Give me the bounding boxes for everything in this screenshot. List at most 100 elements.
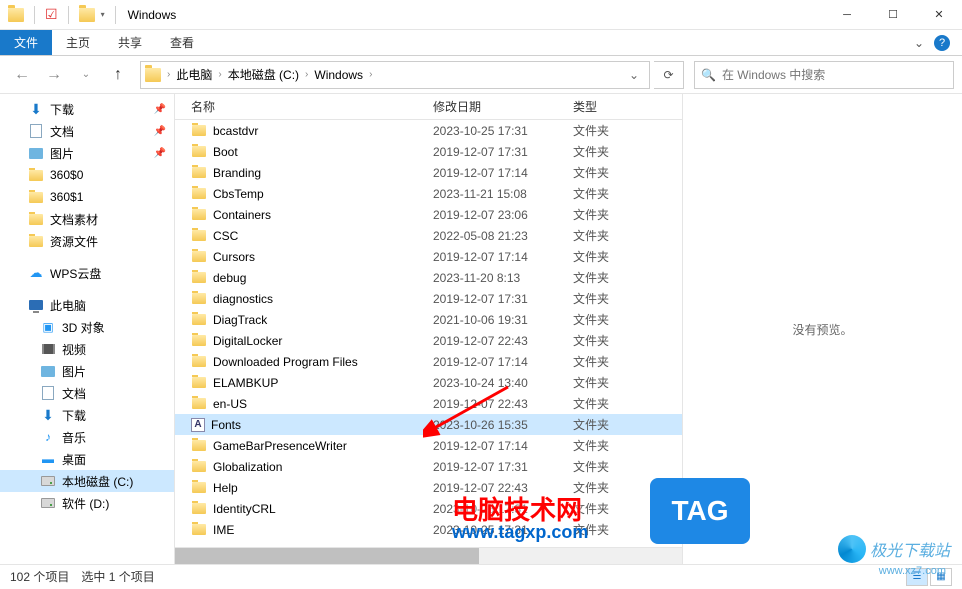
file-row[interactable]: diagnostics2019-12-07 17:31文件夹: [175, 288, 682, 309]
crumb-drive[interactable]: 本地磁盘 (C:): [224, 66, 303, 83]
nav-label: WPS云盘: [50, 265, 101, 282]
address-bar[interactable]: › 此电脑 › 本地磁盘 (C:) › Windows › ⌄: [140, 61, 650, 89]
nav-wps-cloud[interactable]: ☁ WPS云盘: [0, 262, 174, 284]
help-icon[interactable]: ?: [934, 35, 950, 51]
nav-pc-item[interactable]: ▬桌面: [0, 448, 174, 470]
address-dropdown-icon[interactable]: ⌄: [623, 68, 645, 82]
folder-icon: [191, 438, 207, 454]
navigation-pane[interactable]: ⬇下载📌文档📌图片📌360$0360$1文档素材资源文件 ☁ WPS云盘 此电脑…: [0, 94, 175, 564]
nav-quick-item[interactable]: 360$1: [0, 186, 174, 208]
nav-label: 360$1: [50, 190, 83, 204]
ribbon-tab-share[interactable]: 共享: [104, 30, 156, 55]
forward-button[interactable]: →: [40, 61, 68, 89]
window-title: Windows: [128, 8, 177, 22]
nav-quick-item[interactable]: 资源文件: [0, 230, 174, 252]
icons-view-button[interactable]: ▦: [930, 568, 952, 586]
nav-pc-item[interactable]: ♪音乐: [0, 426, 174, 448]
nav-pc-item[interactable]: 图片: [0, 360, 174, 382]
file-row[interactable]: IME2023-10-25 17:31文件夹: [175, 519, 682, 540]
nav-pc-item[interactable]: 视频: [0, 338, 174, 360]
file-row[interactable]: DigitalLocker2019-12-07 22:43文件夹: [175, 330, 682, 351]
qa-separator: [115, 6, 116, 24]
file-type: 文件夹: [573, 227, 653, 244]
pin-icon: 📌: [154, 148, 166, 159]
back-button[interactable]: ←: [8, 61, 36, 89]
crumb-sep-icon[interactable]: ›: [165, 69, 172, 80]
qa-customize-icon[interactable]: ▾: [101, 10, 105, 19]
crumb-windows[interactable]: Windows: [310, 68, 367, 82]
nav-quick-item[interactable]: 360$0: [0, 164, 174, 186]
ribbon-tab-view[interactable]: 查看: [156, 30, 208, 55]
file-type: 文件夹: [573, 122, 653, 139]
col-header-type[interactable]: 类型: [573, 98, 653, 115]
nav-quick-item[interactable]: ⬇下载📌: [0, 98, 174, 120]
nav-pc-item[interactable]: 文档: [0, 382, 174, 404]
details-view-button[interactable]: ☰: [906, 568, 928, 586]
nav-quick-item[interactable]: 文档素材: [0, 208, 174, 230]
file-row[interactable]: Branding2019-12-07 17:14文件夹: [175, 162, 682, 183]
col-header-date[interactable]: 修改日期: [433, 98, 573, 115]
col-header-name[interactable]: 名称: [175, 98, 433, 115]
nav-label: 音乐: [62, 429, 86, 446]
crumb-pc[interactable]: 此电脑: [172, 66, 216, 83]
file-row[interactable]: Cursors2019-12-07 17:14文件夹: [175, 246, 682, 267]
file-type: 文件夹: [573, 479, 653, 496]
maximize-button[interactable]: ☐: [870, 0, 916, 30]
nav-quick-item[interactable]: 图片 📌: [0, 142, 174, 164]
file-row[interactable]: Globalization2019-12-07 17:31文件夹: [175, 456, 682, 477]
pin-icon: 📌: [154, 104, 166, 115]
file-row[interactable]: debug2023-11-20 8:13文件夹: [175, 267, 682, 288]
nav-label: 文档: [62, 385, 86, 402]
refresh-button[interactable]: ⟳: [654, 61, 684, 89]
content-area: ⬇下载📌文档📌图片📌360$0360$1文档素材资源文件 ☁ WPS云盘 此电脑…: [0, 94, 962, 564]
file-type: 文件夹: [573, 458, 653, 475]
file-row[interactable]: DiagTrack2021-10-06 19:31文件夹: [175, 309, 682, 330]
nav-pc-item[interactable]: 软件 (D:): [0, 492, 174, 514]
file-row[interactable]: AFonts2023-10-26 15:35文件夹: [175, 414, 682, 435]
expand-ribbon-icon[interactable]: ⌄: [914, 36, 924, 50]
file-date: 2023-11-21 15:08: [433, 187, 573, 201]
file-row[interactable]: en-US2019-12-07 22:43文件夹: [175, 393, 682, 414]
nav-this-pc[interactable]: 此电脑: [0, 294, 174, 316]
status-selection: 选中 1 个项目: [81, 568, 154, 585]
crumb-sep-icon[interactable]: ›: [216, 69, 223, 80]
nav-quick-item[interactable]: 文档📌: [0, 120, 174, 142]
file-row[interactable]: Boot2019-12-07 17:31文件夹: [175, 141, 682, 162]
recent-dropdown-icon[interactable]: ⌄: [72, 61, 100, 89]
file-type: 文件夹: [573, 185, 653, 202]
close-button[interactable]: ✕: [916, 0, 962, 30]
file-date: 2023-10-25 17:31: [433, 523, 573, 537]
quick-access-toolbar: ☑ ▾: [0, 6, 120, 24]
qa-newfolder-icon[interactable]: [79, 8, 95, 22]
nav-label: 图片: [50, 145, 74, 162]
file-row[interactable]: Help2019-12-07 22:43文件夹: [175, 477, 682, 498]
file-row[interactable]: GameBarPresenceWriter2019-12-07 17:14文件夹: [175, 435, 682, 456]
minimize-button[interactable]: ─: [824, 0, 870, 30]
nav-pc-item[interactable]: 本地磁盘 (C:): [0, 470, 174, 492]
file-type: 文件夹: [573, 311, 653, 328]
horizontal-scrollbar[interactable]: [175, 547, 682, 564]
qa-properties-icon[interactable]: ☑: [45, 6, 58, 23]
file-row[interactable]: Downloaded Program Files2019-12-07 17:14…: [175, 351, 682, 372]
search-input[interactable]: [722, 68, 947, 82]
ribbon-tab-file[interactable]: 文件: [0, 30, 52, 55]
file-date: 2019-12-07 17:31: [433, 460, 573, 474]
file-row[interactable]: IdentityCRL2023-10-25 17:31文件夹: [175, 498, 682, 519]
search-box[interactable]: 🔍: [694, 61, 954, 89]
crumb-sep-icon[interactable]: ›: [367, 69, 374, 80]
crumb-sep-icon[interactable]: ›: [303, 69, 310, 80]
window-controls: ─ ☐ ✕: [824, 0, 962, 30]
file-name: IdentityCRL: [213, 502, 276, 516]
nav-pc-item[interactable]: ⬇下载: [0, 404, 174, 426]
file-row[interactable]: ELAMBKUP2023-10-24 13:40文件夹: [175, 372, 682, 393]
folder-icon: [191, 375, 207, 391]
up-button[interactable]: ↑: [104, 61, 132, 89]
file-row[interactable]: bcastdvr2023-10-25 17:31文件夹: [175, 120, 682, 141]
nav-pc-item[interactable]: ▣3D 对象: [0, 316, 174, 338]
file-row[interactable]: CbsTemp2023-11-21 15:08文件夹: [175, 183, 682, 204]
file-row[interactable]: CSC2022-05-08 21:23文件夹: [175, 225, 682, 246]
file-row[interactable]: Containers2019-12-07 23:06文件夹: [175, 204, 682, 225]
ribbon-tab-home[interactable]: 主页: [52, 30, 104, 55]
file-rows[interactable]: bcastdvr2023-10-25 17:31文件夹Boot2019-12-0…: [175, 120, 682, 547]
file-list: 名称 修改日期 类型 bcastdvr2023-10-25 17:31文件夹Bo…: [175, 94, 682, 564]
